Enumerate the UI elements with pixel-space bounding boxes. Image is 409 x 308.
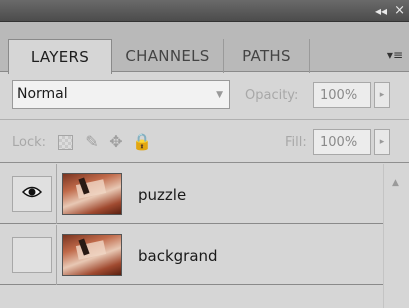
lock-image-pixels-icon[interactable]: ✎ — [82, 132, 102, 152]
lock-transparent-pixels-icon[interactable] — [58, 135, 73, 150]
lock-label: Lock: — [12, 135, 47, 150]
fill-field[interactable]: 100% — [313, 129, 371, 155]
layer-row-backgrand[interactable]: backgrand — [0, 225, 383, 285]
tab-bar: LAYERS CHANNELS PATHS ▾≡ — [0, 22, 409, 74]
visibility-toggle[interactable] — [12, 237, 52, 273]
divider — [56, 164, 57, 224]
tab-paths[interactable]: PATHS — [224, 39, 310, 73]
panel-menu-icon[interactable]: ▾≡ — [387, 48, 403, 62]
fill-label: Fill: — [285, 135, 307, 150]
layer-thumbnail — [62, 173, 122, 215]
layer-thumbnail — [62, 234, 122, 276]
layers-panel: ◂◂ × LAYERS CHANNELS PATHS ▾≡ Normal ▼ O… — [0, 0, 409, 308]
scroll-up-icon[interactable]: ▲ — [392, 178, 399, 188]
layer-row-puzzle[interactable]: puzzle — [0, 164, 383, 224]
lock-position-icon[interactable]: ✥ — [106, 132, 126, 152]
lock-all-icon[interactable]: 🔒 — [132, 132, 152, 152]
blend-mode-value: Normal — [17, 86, 68, 102]
layer-name[interactable]: puzzle — [138, 186, 186, 204]
layer-name[interactable]: backgrand — [138, 247, 218, 265]
tab-layers[interactable]: LAYERS — [8, 39, 112, 74]
opacity-slider-toggle[interactable]: ▸ — [374, 82, 390, 108]
divider — [56, 225, 57, 285]
eye-icon — [22, 186, 42, 198]
blend-mode-select[interactable]: Normal ▼ — [12, 80, 230, 109]
fill-slider-toggle[interactable]: ▸ — [374, 129, 390, 155]
lock-row: Lock: ✎ ✥ 🔒 Fill: 100% ▸ — [0, 121, 409, 163]
opacity-label: Opacity: — [245, 88, 299, 103]
layer-list-scrollbar[interactable]: ▲ — [383, 164, 409, 308]
layer-list: puzzle backgrand — [0, 164, 383, 308]
visibility-toggle[interactable] — [12, 176, 52, 212]
opacity-field[interactable]: 100% — [313, 82, 371, 108]
collapse-icon[interactable]: ◂◂ — [375, 4, 387, 18]
blend-row: Normal ▼ Opacity: 100% ▸ — [0, 72, 409, 120]
chevron-down-icon: ▼ — [216, 90, 223, 100]
close-icon[interactable]: × — [394, 3, 405, 18]
panel-titlebar: ◂◂ × — [0, 0, 409, 22]
tab-channels[interactable]: CHANNELS — [112, 39, 224, 73]
